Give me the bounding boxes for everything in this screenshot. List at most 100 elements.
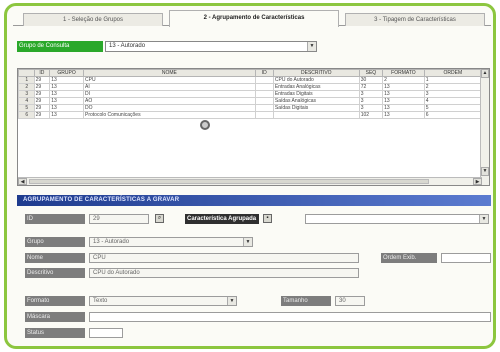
ordem-exib-label: Ordem Exib.: [381, 253, 437, 263]
chevron-down-icon[interactable]: ▼: [307, 42, 316, 51]
formato-select[interactable]: Texto ▼: [89, 296, 237, 306]
descritivo-label: Descritivo: [25, 268, 85, 278]
table-row[interactable]: 3 29 13 DI Entradas Digitais 3 13 3: [18, 90, 483, 98]
search-icon[interactable]: ⌕: [155, 214, 164, 223]
column-header[interactable]: FORMATO: [382, 69, 425, 77]
busy-cursor-icon: [200, 120, 210, 130]
table-cell: [254, 90, 274, 98]
horizontal-scrollbar[interactable]: ◀ ▶: [18, 177, 482, 185]
group-select[interactable]: 13 - Autorado ▼: [105, 41, 317, 52]
table-cell: 13: [382, 104, 425, 112]
table-cell: [254, 111, 274, 119]
table-cell: Saídas Analógicas: [272, 97, 360, 105]
row-header[interactable]: 4: [18, 97, 35, 105]
table-cell: 29: [33, 97, 51, 105]
status-label: Status: [25, 328, 85, 338]
table-cell: 29: [33, 90, 51, 98]
table-cell: 1: [423, 76, 483, 84]
table-cell: 13: [49, 111, 84, 119]
grupo-select[interactable]: 13 - Autorado ▼: [89, 237, 253, 247]
table-cell: 13: [382, 97, 425, 105]
ordem-exib-field[interactable]: [441, 253, 491, 263]
table-row[interactable]: 5 29 13 DO Saídas Digitais 3 13 5: [18, 104, 483, 112]
row-header[interactable]: 5: [18, 104, 35, 112]
chevron-down-icon[interactable]: ▼: [227, 297, 236, 305]
id-field[interactable]: 29: [89, 214, 149, 224]
table-cell: 5: [423, 104, 483, 112]
table-cell: 29: [33, 76, 51, 84]
table-cell: [254, 83, 274, 91]
column-header[interactable]: SEQ: [358, 69, 384, 77]
table-cell: 13: [49, 97, 84, 105]
column-header[interactable]: ORDEM: [423, 69, 483, 77]
row-header[interactable]: 3: [18, 90, 35, 98]
table-cell: [254, 97, 274, 105]
table-cell: DO: [83, 104, 256, 112]
section-title: AGRUPAMENTO DE CARACTERÍSTICAS A GRAVAR: [17, 195, 491, 206]
nome-field[interactable]: CPU: [89, 253, 359, 263]
scroll-up-icon[interactable]: ▲: [481, 69, 489, 78]
application-window: 1 - Seleção de Grupos 2 - Agrupamento de…: [4, 3, 496, 349]
table-cell: [254, 104, 274, 112]
status-field[interactable]: [89, 328, 123, 338]
caracteristica-agrupada-select[interactable]: ▼: [305, 214, 489, 224]
table-row[interactable]: 2 29 13 AI Entradas Analógicas 72 13 2: [18, 83, 483, 91]
nome-label: Nome: [25, 253, 85, 263]
table-cell: 3: [423, 90, 483, 98]
caracteristica-agrupada-label: Característica Agrupada: [185, 214, 259, 224]
formato-label: Formato: [25, 296, 85, 306]
grupo-select-value: 13 - Autorado: [93, 239, 130, 245]
chevron-down-icon[interactable]: ▼: [479, 215, 488, 223]
column-header[interactable]: ID: [254, 69, 274, 77]
row-header[interactable]: 2: [18, 83, 35, 91]
scroll-left-icon[interactable]: ◀: [18, 178, 27, 185]
chevron-down-icon[interactable]: ▼: [243, 238, 252, 246]
tamanho-field[interactable]: 30: [335, 296, 365, 306]
scroll-thumb[interactable]: [29, 179, 429, 184]
column-header[interactable]: NOME: [83, 69, 256, 77]
table-cell: Saídas Digitais: [272, 104, 360, 112]
table-cell: 13: [49, 90, 84, 98]
table-cell: DI: [83, 90, 256, 98]
table-cell: 13: [49, 83, 84, 91]
table-row[interactable]: 6 29 13 Protocolo Comunicações 102 13 6: [18, 111, 483, 119]
grupo-label: Grupo: [25, 237, 85, 247]
scroll-right-icon[interactable]: ▶: [473, 178, 482, 185]
table-cell: 3: [358, 104, 384, 112]
vertical-scrollbar[interactable]: ▲ ▼: [480, 69, 489, 185]
table-row[interactable]: 1 29 13 CPU CPU do Autorado 30 2 1: [18, 76, 483, 84]
table-cell: [254, 76, 274, 84]
column-header[interactable]: GRUPO: [49, 69, 84, 77]
table-header-row: ID GRUPO NOME ID DESCRITIVO SEQ FORMATO …: [18, 69, 483, 77]
tab-agrupamento-caracteristicas[interactable]: 2 - Agrupamento de Características: [169, 10, 339, 27]
id-label: ID: [25, 214, 85, 224]
table-cell: 13: [382, 90, 425, 98]
scroll-down-icon[interactable]: ▼: [481, 167, 489, 176]
descritivo-field[interactable]: CPU do Autorado: [89, 268, 359, 278]
table-cell: AO: [83, 97, 256, 105]
table-cell: 6: [423, 111, 483, 119]
table-cell: Entradas Digitais: [272, 90, 360, 98]
characteristics-grid[interactable]: ID GRUPO NOME ID DESCRITIVO SEQ FORMATO …: [17, 68, 490, 186]
tab-tipagem-caracteristicas[interactable]: 3 - Tipagem de Características: [345, 13, 485, 26]
table-cell: 29: [33, 111, 51, 119]
table-cell: 29: [33, 83, 51, 91]
tab-selecao-grupos[interactable]: 1 - Seleção de Grupos: [23, 13, 163, 26]
table-cell: 13: [49, 104, 84, 112]
table-cell: 29: [33, 104, 51, 112]
tab-bar: 1 - Seleção de Grupos 2 - Agrupamento de…: [13, 10, 491, 27]
mascara-label: Máscara: [25, 312, 85, 322]
column-header[interactable]: DESCRITIVO: [272, 69, 360, 77]
row-header[interactable]: 6: [18, 111, 35, 119]
row-header[interactable]: 1: [18, 76, 35, 84]
table-cell: 4: [423, 97, 483, 105]
column-header[interactable]: [18, 69, 35, 77]
table-row[interactable]: 4 29 13 AO Saídas Analógicas 3 13 4: [18, 97, 483, 105]
table-cell: 102: [358, 111, 384, 119]
table-cell: 72: [358, 83, 384, 91]
mascara-field[interactable]: [89, 312, 491, 322]
column-header[interactable]: ID: [33, 69, 51, 77]
table-cell: 13: [382, 111, 425, 119]
save-icon[interactable]: ▪: [263, 214, 272, 223]
table-cell: 2: [423, 83, 483, 91]
